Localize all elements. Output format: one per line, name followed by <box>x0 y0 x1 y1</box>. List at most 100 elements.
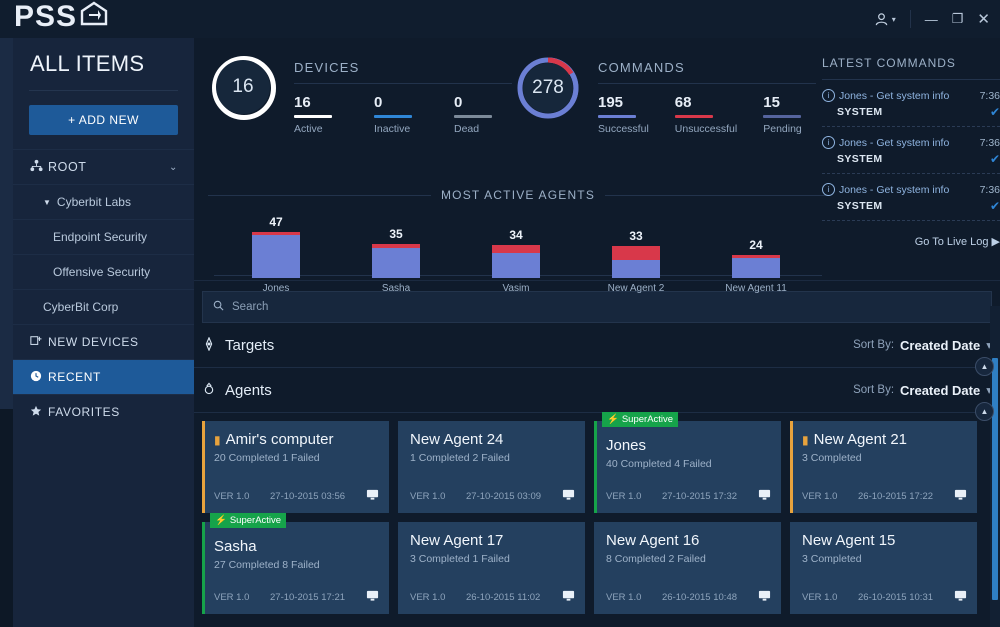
sidebar-item-cyberbit-labs[interactable]: ▼ Cyberbit Labs <box>13 184 194 219</box>
chart-bar-label: Vasim <box>466 283 566 294</box>
sidebar-item-offensive-security[interactable]: Offensive Security <box>13 254 194 289</box>
latest-command-line: iJones - Get system info7:36 <box>822 89 1000 102</box>
agent-card-timestamp: 27-10-2015 17:32 <box>662 491 758 502</box>
agent-card-version: VER 1.0 <box>410 592 466 603</box>
latest-command-item[interactable]: iJones - Get system info7:36SYSTEM✔ <box>822 174 1000 221</box>
target-icon <box>202 337 216 354</box>
agent-card-name: Jones <box>606 437 646 454</box>
agent-card-stats: 3 Completed <box>802 553 967 565</box>
sidebar-item-offensive-security-label: Offensive Security <box>53 265 150 279</box>
org-tree-icon <box>30 159 48 175</box>
sidebar-item-cyberbit-corp[interactable]: CyberBit Corp <box>13 289 194 324</box>
chart-bar-segment-successful <box>372 248 420 278</box>
agent-card-name: Sasha <box>214 538 257 555</box>
go-to-live-log-link[interactable]: Go To Live Log ▶ <box>822 235 1000 248</box>
latest-command-line: iJones - Get system info7:36 <box>822 136 1000 149</box>
latest-command-text: Jones - Get system info <box>839 137 976 149</box>
targets-sort-label: Sort By: <box>853 339 894 351</box>
devices-widget: 16 DEVICES 16 Active 0 <box>212 56 512 135</box>
devices-total-ring: 16 <box>212 56 276 120</box>
minimize-button[interactable]: — <box>925 12 938 27</box>
user-menu-button[interactable]: ▾ <box>874 12 896 27</box>
agent-card[interactable]: New Agent 173 Completed 1 FailedVER 1.02… <box>398 522 585 614</box>
sidebar-item-new-devices-label: NEW DEVICES <box>48 335 139 349</box>
agents-sort-control[interactable]: Sort By: Created Date ▾ <box>853 383 992 398</box>
chart-title: MOST ACTIVE AGENTS <box>441 188 595 202</box>
devices-dead-value: 0 <box>454 94 492 111</box>
bolt-icon: ⚡ <box>215 515 227 526</box>
latest-command-item[interactable]: iJones - Get system info7:36SYSTEM✔ <box>822 127 1000 174</box>
agent-card[interactable]: New Agent 241 Completed 2 FailedVER 1.02… <box>398 421 585 513</box>
chart-bar-stack <box>492 245 540 278</box>
restore-button[interactable]: ❐ <box>952 11 964 27</box>
commands-title: COMMANDS <box>598 60 816 75</box>
commands-widget: 278 COMMANDS 195 Successful 68 <box>516 56 816 135</box>
agent-card-timestamp: 26-10-2015 17:22 <box>858 491 954 502</box>
chart-bar-segment-successful <box>492 253 540 278</box>
agent-card-version: VER 1.0 <box>802 592 858 603</box>
targets-section-header: Targets Sort By: Created Date ▾ ▲ <box>194 323 1000 368</box>
latest-command-time: 7:36 <box>980 90 1000 102</box>
check-icon: ✔ <box>990 105 1000 119</box>
super-active-label: SuperActive <box>622 414 673 425</box>
agent-card-title: Jones <box>606 437 771 454</box>
latest-command-system: SYSTEM <box>837 106 883 118</box>
chart-bar-segment-successful <box>612 260 660 278</box>
card-accent-bar <box>594 421 597 513</box>
monitor-icon <box>562 589 575 605</box>
latest-command-item[interactable]: iJones - Get system info7:36 SYSTEM ✔ <box>822 80 1000 127</box>
agent-card-name: New Agent 15 <box>802 532 895 549</box>
agent-card[interactable]: ▮New Agent 213 CompletedVER 1.026-10-201… <box>790 421 977 513</box>
commands-total-value: 278 <box>523 63 573 113</box>
chart-bar-column: 35Sasha <box>346 227 446 294</box>
sidebar-item-new-devices[interactable]: NEW DEVICES <box>13 324 194 359</box>
commands-metric-pending: 15 Pending <box>763 94 802 135</box>
scrollbar-thumb[interactable] <box>992 358 998 600</box>
agent-card-version: VER 1.0 <box>606 592 662 603</box>
agents-sort-label: Sort By: <box>853 384 894 396</box>
sidebar-item-favorites[interactable]: FAVORITES <box>13 394 194 429</box>
sidebar-item-favorites-label: FAVORITES <box>48 405 120 419</box>
targets-sort-control[interactable]: Sort By: Created Date ▾ <box>853 338 992 353</box>
sidebar-item-root[interactable]: ROOT ⌄ <box>13 149 194 184</box>
chart-bar-label: Jones <box>226 283 326 294</box>
agents-label: Agents <box>225 382 272 399</box>
agent-card-title: ▮Amir's computer <box>214 431 379 448</box>
latest-command-time: 7:36 <box>980 137 1000 149</box>
agent-card-stats: 8 Completed 2 Failed <box>606 553 771 565</box>
agent-card[interactable]: ▮Amir's computer20 Completed 1 FailedVER… <box>202 421 389 513</box>
chart-bar-segment-unsuccessful <box>492 245 540 253</box>
targets-collapse-toggle[interactable]: ▲ <box>975 357 994 376</box>
sidebar-item-recent[interactable]: RECENT <box>13 359 194 394</box>
latest-command-system: SYSTEM <box>837 153 883 165</box>
agent-card[interactable]: New Agent 168 Completed 2 FailedVER 1.02… <box>594 522 781 614</box>
add-new-button[interactable]: + ADD NEW <box>29 105 178 135</box>
agent-card-name: Amir's computer <box>226 431 334 448</box>
agent-card-timestamp: 27-10-2015 03:09 <box>466 491 562 502</box>
chart-bar-label: New Agent 2 <box>586 283 686 294</box>
monitor-icon <box>562 488 575 504</box>
user-icon <box>874 12 889 27</box>
sidebar: ALL ITEMS + ADD NEW ROOT ⌄ ▼ Cyberbit La… <box>13 38 194 627</box>
sidebar-item-endpoint-security[interactable]: Endpoint Security <box>13 219 194 254</box>
agents-sort-value: Created Date <box>900 383 980 398</box>
agents-collapse-toggle[interactable]: ▲ <box>975 402 994 421</box>
search-input[interactable] <box>230 300 934 314</box>
agent-card[interactable]: ⚡SuperActiveSasha27 Completed 8 FailedVE… <box>202 522 389 614</box>
commands-total-ring: 278 <box>516 56 580 120</box>
agent-card[interactable]: New Agent 15 3 Completed VER 1.026-10-2015… <box>790 522 977 614</box>
search-bar[interactable] <box>202 291 992 323</box>
agent-card-footer: VER 1.026-10-2015 10:31 <box>802 589 967 605</box>
agent-card-name: New Agent 17 <box>410 532 503 549</box>
commands-metric-successful: 195 Successful <box>598 94 649 135</box>
left-edge-strip-lower <box>0 38 13 409</box>
agent-card-footer: VER 1.027-10-2015 03:56 <box>214 488 379 504</box>
devices-rule <box>294 83 512 84</box>
sidebar-item-endpoint-security-label: Endpoint Security <box>53 230 147 244</box>
agent-icon <box>202 382 216 399</box>
close-button[interactable]: ✕ <box>977 10 990 28</box>
latest-command-line: iJones - Get system info7:36 <box>822 183 1000 196</box>
agent-card[interactable]: ⚡SuperActiveJones40 Completed 4 FailedVE… <box>594 421 781 513</box>
commands-unsuccessful-value: 68 <box>675 94 737 111</box>
devices-total-value: 16 <box>216 60 270 114</box>
